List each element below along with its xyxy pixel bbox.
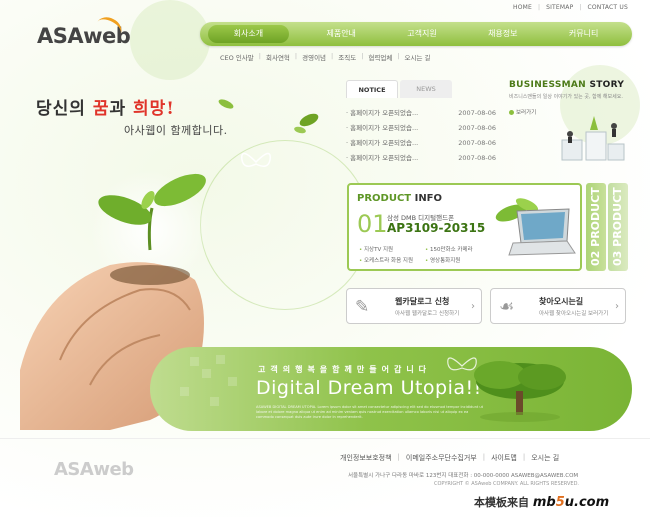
subnav-item[interactable]: 협력업체 bbox=[368, 52, 392, 62]
footer-logo: ASAweb bbox=[54, 459, 134, 480]
subnav-item[interactable]: 경영이념 bbox=[302, 52, 326, 62]
footer-address: 서울특별시 가나구 다라동 마바로 123번지 대표전화 : 00-000-00… bbox=[348, 473, 579, 479]
chevron-right-icon: › bbox=[615, 301, 619, 312]
footer-copyright: COPYRIGHT © ASAweb COMPANY. ALL RIGHTS R… bbox=[434, 481, 580, 487]
contact-link[interactable]: CONTACT US bbox=[587, 4, 628, 11]
home-link[interactable]: HOME bbox=[513, 4, 532, 11]
nav-item-products[interactable]: 제품안내 bbox=[301, 25, 382, 43]
list-item[interactable]: · 홈페이지가 오픈되었습... 2007-08-06 bbox=[346, 151, 496, 166]
handshake-icon: ☙ bbox=[499, 297, 515, 317]
subnav-item[interactable]: CEO 인사말 bbox=[220, 52, 254, 62]
butterfly-icon bbox=[241, 152, 271, 167]
business-story-title: BUSINESSMAN STORY bbox=[509, 80, 625, 90]
businessman-illustration bbox=[561, 116, 625, 161]
footer-link-email-policy[interactable]: 이메일주소무단수집거부 bbox=[406, 453, 477, 463]
business-story-subtitle: 비즈니스맨들의 일상 이야기가 있는 곳, 함께 해보세요. bbox=[509, 94, 623, 100]
watermark: 本模板来自 mb5u.com bbox=[474, 495, 610, 510]
page: HOME | SITEMAP | CONTACT US ASAweb 회사소개 … bbox=[0, 0, 650, 517]
decor-circle bbox=[130, 0, 210, 80]
footer-divider bbox=[0, 438, 650, 439]
footer-link-location[interactable]: 오시는 길 bbox=[531, 453, 559, 463]
top-links: HOME | SITEMAP | CONTACT US bbox=[513, 4, 628, 11]
catalog-pen-icon: ✎ bbox=[355, 297, 370, 317]
nav-item-recruit[interactable]: 채용정보 bbox=[462, 25, 543, 43]
notice-panel: NOTICE NEWS · 홈페이지가 오픈되었습... 2007-08-06 ·… bbox=[346, 80, 496, 166]
bullet-icon bbox=[509, 110, 514, 115]
product-title: PRODUCT INFO bbox=[357, 193, 443, 204]
list-item[interactable]: · 홈페이지가 오픈되었습... 2007-08-06 bbox=[346, 136, 496, 151]
nav-item-support[interactable]: 고객지원 bbox=[382, 25, 463, 43]
tab-news[interactable]: NEWS bbox=[400, 80, 452, 98]
product-code[interactable]: AP3109-20315 bbox=[387, 221, 485, 235]
main-nav: 회사소개 제품안내 고객지원 채용정보 커뮤니티 bbox=[200, 22, 632, 46]
product-features: 지상TV 지원 150만화소 카메라 오케스트라 화음 지원 영상통화지원 bbox=[359, 245, 491, 264]
tab-product-02[interactable]: 02 PRODUCT bbox=[586, 183, 606, 271]
subnav-item[interactable]: 오시는 길 bbox=[405, 52, 431, 62]
butterfly-icon bbox=[447, 357, 477, 371]
product-info-panel: PRODUCT INFO 01 삼성 DMB 디지털핸드폰 AP3109-203… bbox=[347, 183, 582, 271]
footer-links: 개인정보보호정책 | 이메일주소무단수집거부 | 사이트맵 | 오시는 길 bbox=[340, 453, 560, 463]
sub-nav: CEO 인사말 | 회사연혁 | 경영이념 | 조직도 | 협력업체 | 오시는 길 bbox=[220, 52, 431, 62]
sitemap-link[interactable]: SITEMAP bbox=[546, 4, 573, 11]
hero-banner: 고객의행복을함께만들어갑니다 Digital Dream Utopia!! AS… bbox=[150, 347, 632, 431]
subnav-item[interactable]: 회사연혁 bbox=[266, 52, 290, 62]
nav-item-community[interactable]: 커뮤니티 bbox=[543, 25, 624, 43]
tab-notice[interactable]: NOTICE bbox=[346, 80, 398, 98]
location-button[interactable]: ☙ 찾아오시는길 아사웹 찾아오시는길 보러가기 › bbox=[490, 288, 626, 324]
product-number: 01 bbox=[357, 210, 388, 238]
laptop-image[interactable] bbox=[483, 195, 578, 265]
headline-main: 당신의 꿈과 희망! bbox=[36, 99, 175, 119]
leaves-icon bbox=[218, 99, 319, 134]
footer-link-privacy[interactable]: 개인정보보호정책 bbox=[340, 453, 392, 463]
subnav-item[interactable]: 조직도 bbox=[338, 52, 356, 62]
catalog-request-button[interactable]: ✎ 웹카달로그 신청 아사웹 웹카달로그 신청하기 › bbox=[346, 288, 482, 324]
banner-korean-text: 고객의행복을함께만들어갑니다 bbox=[258, 365, 432, 374]
list-item[interactable]: · 홈페이지가 오픈되었습... 2007-08-06 bbox=[346, 121, 496, 136]
chevron-right-icon: › bbox=[471, 301, 475, 312]
tab-product-03[interactable]: 03 PRODUCT bbox=[608, 183, 628, 271]
nav-item-company[interactable]: 회사소개 bbox=[208, 25, 289, 43]
list-item[interactable]: · 홈페이지가 오픈되었습... 2007-08-06 bbox=[346, 106, 496, 121]
footer-link-sitemap[interactable]: 사이트맵 bbox=[491, 453, 517, 463]
business-more-link[interactable]: 보러가기 bbox=[509, 108, 536, 116]
product-tabs: 02 PRODUCT 03 PRODUCT bbox=[586, 183, 628, 271]
